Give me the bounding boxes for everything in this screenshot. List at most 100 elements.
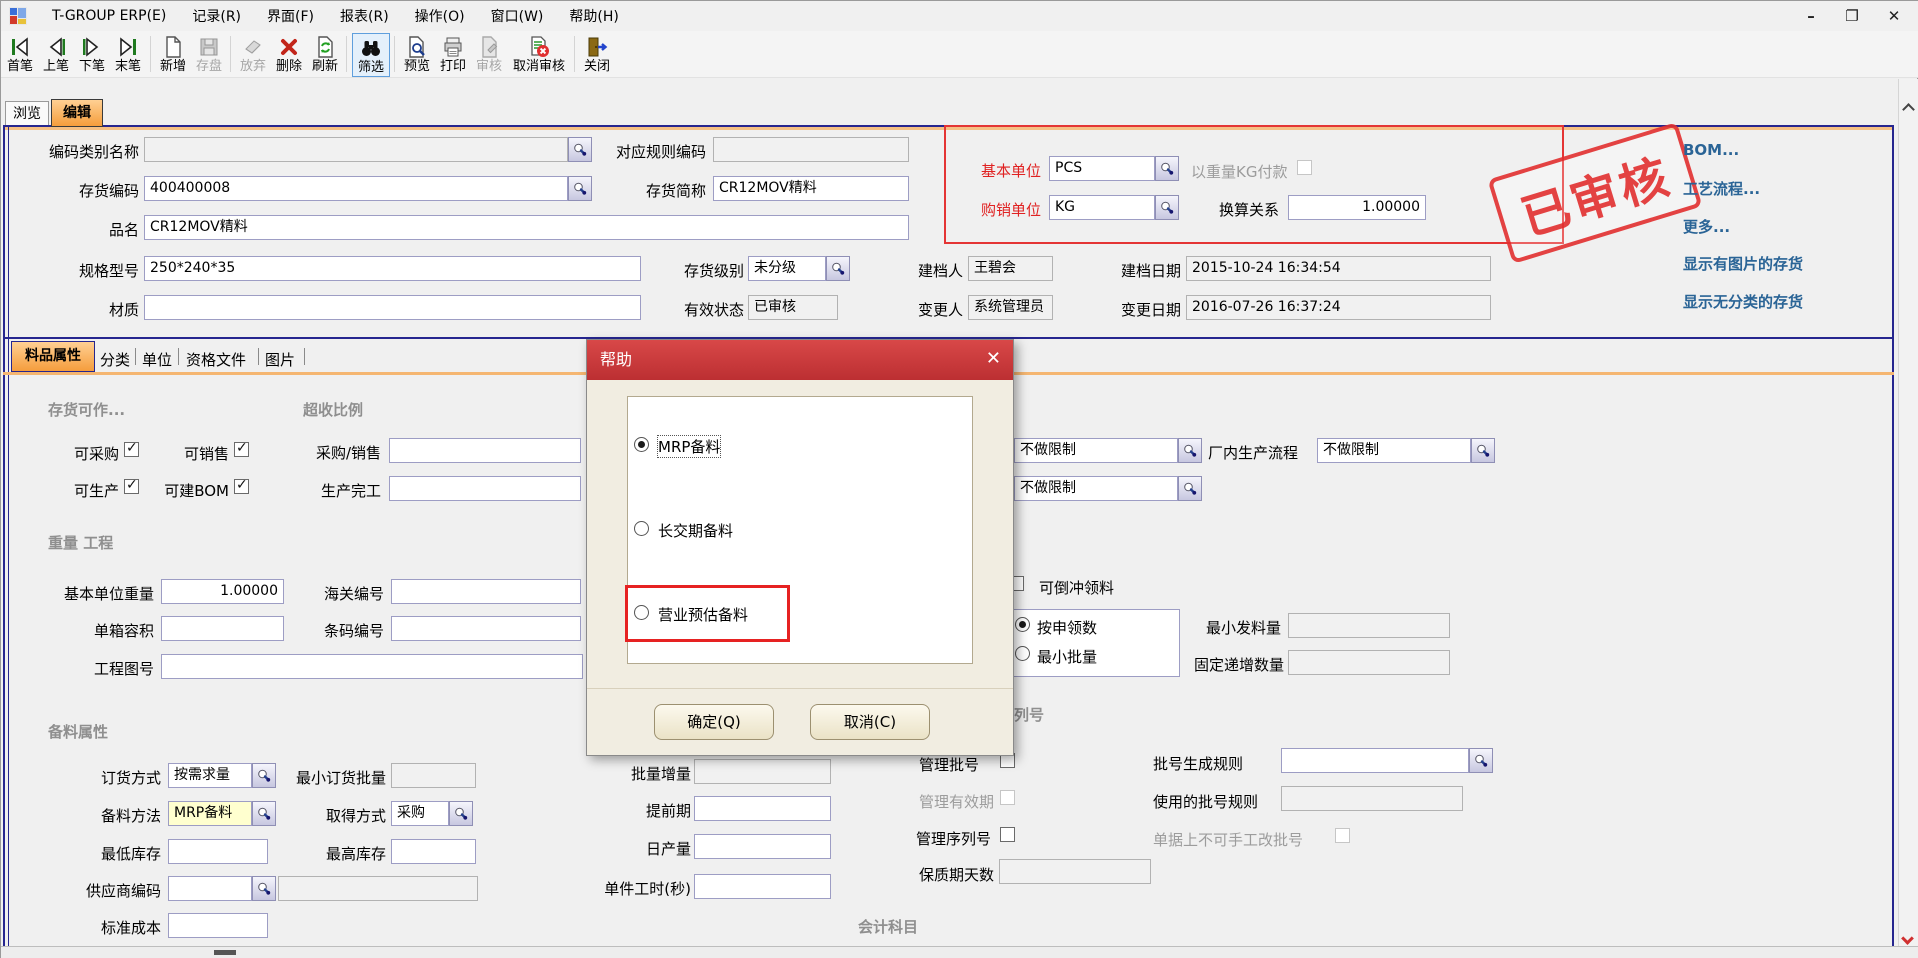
acquire-mode-field[interactable]: 采购 bbox=[391, 801, 449, 826]
material-field[interactable] bbox=[144, 295, 641, 320]
sellable-checkbox[interactable] bbox=[234, 442, 249, 457]
subtab-unit[interactable]: 单位 bbox=[142, 349, 172, 370]
toolbar-cancel-audit-button[interactable]: 取消审核 bbox=[508, 33, 570, 77]
base-unit-field[interactable]: PCS bbox=[1049, 156, 1155, 181]
subtab-item-properties[interactable]: 料品属性 bbox=[11, 341, 95, 372]
lookup-icon[interactable] bbox=[1155, 156, 1179, 181]
restriction-field-2[interactable]: 不做限制 bbox=[1014, 476, 1178, 501]
subtab-image[interactable]: 图片 bbox=[265, 349, 295, 370]
base-weight-field[interactable]: 1.00000 bbox=[161, 579, 284, 604]
box-volume-field[interactable] bbox=[161, 616, 284, 641]
scroll-down-icon[interactable] bbox=[1901, 932, 1914, 945]
toolbar-prev-button[interactable]: 上笔 bbox=[39, 33, 73, 77]
tab-browse[interactable]: 浏览 bbox=[5, 101, 49, 127]
item-code-field[interactable]: 400400008 bbox=[144, 176, 568, 201]
manage-serial-checkbox[interactable] bbox=[1000, 827, 1015, 842]
order-mode-field[interactable]: 按需求量 bbox=[168, 763, 252, 788]
customs-code-field[interactable] bbox=[391, 579, 581, 604]
toolbar-preview-button[interactable]: 预览 bbox=[400, 33, 434, 77]
supplier-code-field[interactable] bbox=[168, 876, 252, 901]
batch-rule-field[interactable] bbox=[1281, 748, 1469, 773]
item-level-field[interactable]: 未分级 bbox=[748, 256, 826, 281]
minimize-button[interactable]: – bbox=[1796, 7, 1826, 27]
coding-category-field[interactable] bbox=[144, 137, 568, 162]
lookup-icon[interactable] bbox=[1178, 476, 1202, 501]
drawing-no-field[interactable] bbox=[161, 654, 583, 679]
lead-time-field[interactable] bbox=[694, 796, 831, 821]
over-production-field[interactable] bbox=[389, 476, 581, 501]
restriction-field-1[interactable]: 不做限制 bbox=[1014, 438, 1178, 463]
ok-button[interactable]: 确定(Q) bbox=[654, 704, 774, 740]
toolbar-close-button[interactable]: 关闭 bbox=[580, 33, 614, 77]
min-stock-field[interactable] bbox=[168, 839, 268, 864]
toolbar-first-button[interactable]: 首笔 bbox=[3, 33, 37, 77]
menu-record[interactable]: 记录(R) bbox=[179, 3, 254, 29]
lookup-icon[interactable] bbox=[252, 763, 276, 788]
lookup-icon[interactable] bbox=[826, 256, 850, 281]
close-button[interactable]: ✕ bbox=[1879, 7, 1909, 27]
lookup-icon[interactable] bbox=[1178, 438, 1202, 463]
link-more[interactable]: 更多... bbox=[1683, 216, 1730, 237]
lookup-icon[interactable] bbox=[1469, 748, 1493, 773]
subtab-qualification[interactable]: 资格文件 bbox=[186, 349, 246, 370]
barcode-field[interactable] bbox=[391, 616, 581, 641]
item-name-field[interactable]: CR12MOV精料 bbox=[144, 215, 909, 240]
menu-window[interactable]: 窗口(W) bbox=[478, 3, 557, 29]
toolbar-new-button[interactable]: 新增 bbox=[156, 33, 190, 77]
factory-flow-field[interactable]: 不做限制 bbox=[1317, 438, 1471, 463]
producible-checkbox[interactable] bbox=[124, 479, 139, 494]
unit-hours-field[interactable] bbox=[694, 874, 831, 899]
over-purchase-sale-field[interactable] bbox=[389, 438, 581, 463]
daily-output-field[interactable] bbox=[694, 834, 831, 859]
menu-interface[interactable]: 界面(F) bbox=[254, 3, 327, 29]
menu-app[interactable]: T-GROUP ERP(E) bbox=[39, 5, 179, 27]
max-stock-field[interactable] bbox=[391, 839, 476, 864]
scroll-up-icon[interactable] bbox=[1902, 103, 1915, 116]
tab-edit[interactable]: 编辑 bbox=[51, 99, 103, 127]
purchasable-checkbox[interactable] bbox=[124, 442, 139, 457]
toolbar-next-button[interactable]: 下笔 bbox=[75, 33, 109, 77]
lookup-icon[interactable] bbox=[1471, 438, 1495, 463]
std-cost-field[interactable] bbox=[168, 913, 268, 938]
mrp-option-label[interactable]: MRP备料 bbox=[658, 436, 720, 457]
sellable-label: 可销售 bbox=[169, 443, 229, 464]
prepare-method-field[interactable]: MRP备料 bbox=[168, 801, 252, 826]
box-volume-label: 单箱容积 bbox=[86, 620, 154, 641]
by-application-radio[interactable] bbox=[1015, 617, 1030, 632]
menu-help[interactable]: 帮助(H) bbox=[556, 3, 631, 29]
lookup-icon[interactable] bbox=[252, 801, 276, 826]
subtab-classification[interactable]: 分类 bbox=[100, 349, 130, 370]
divider bbox=[1892, 125, 1894, 946]
lookup-icon[interactable] bbox=[449, 801, 473, 826]
menu-report[interactable]: 报表(R) bbox=[327, 3, 402, 29]
toolbar-delete-button[interactable]: 删除 bbox=[272, 33, 306, 77]
mrp-option-radio[interactable] bbox=[634, 437, 649, 452]
cancel-button[interactable]: 取消(C) bbox=[810, 704, 930, 740]
item-abbr-field[interactable]: CR12MOV精料 bbox=[713, 176, 909, 201]
lookup-icon[interactable] bbox=[1155, 195, 1179, 220]
link-show-with-image[interactable]: 显示有图片的存货 bbox=[1683, 253, 1803, 274]
restore-button[interactable]: ❐ bbox=[1837, 7, 1867, 27]
spec-field[interactable]: 250*240*35 bbox=[144, 256, 641, 281]
dialog-close-icon[interactable]: ✕ bbox=[986, 348, 1001, 369]
bom-allowed-checkbox[interactable] bbox=[234, 479, 249, 494]
toolbar-print-button[interactable]: 打印 bbox=[436, 33, 470, 77]
toolbar-audit-button: 审核 bbox=[472, 33, 506, 77]
vertical-scrollbar[interactable] bbox=[1898, 79, 1918, 958]
lookup-icon[interactable] bbox=[252, 876, 276, 901]
link-bom[interactable]: BOM... bbox=[1683, 141, 1739, 159]
toolbar-last-button[interactable]: 末笔 bbox=[111, 33, 145, 77]
link-process-flow[interactable]: 工艺流程... bbox=[1683, 178, 1760, 199]
min-order-label: 最小订货批量 bbox=[281, 767, 386, 788]
long-leadtime-option-label[interactable]: 长交期备料 bbox=[658, 520, 733, 541]
min-batch-radio[interactable] bbox=[1015, 646, 1030, 661]
min-batch-label: 最小批量 bbox=[1037, 646, 1097, 667]
over-purchase-sale-label: 采购/销售 bbox=[293, 442, 381, 463]
trade-unit-field[interactable]: KG bbox=[1049, 195, 1155, 220]
link-show-unclassified[interactable]: 显示无分类的存货 bbox=[1683, 291, 1803, 312]
long-leadtime-option-radio[interactable] bbox=[634, 521, 649, 536]
toolbar-filter-button[interactable]: 筛选 bbox=[352, 33, 390, 77]
conversion-field[interactable]: 1.00000 bbox=[1288, 195, 1426, 220]
toolbar-refresh-button[interactable]: 刷新 bbox=[308, 33, 342, 77]
menu-operation[interactable]: 操作(O) bbox=[402, 3, 478, 29]
